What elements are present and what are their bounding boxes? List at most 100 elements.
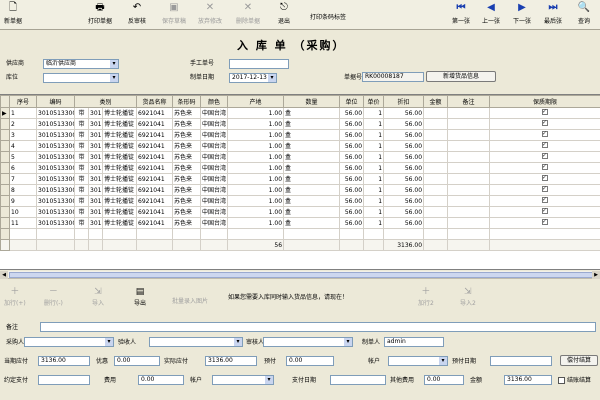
table-cell[interactable]: 56.00 <box>339 151 365 163</box>
table-cell[interactable]: 博士轮播锭 <box>101 140 138 152</box>
table-cell[interactable] <box>447 184 491 196</box>
table-cell[interactable]: 8 <box>9 184 37 196</box>
table-cell[interactable]: 博士轮播锭 <box>101 184 138 196</box>
table-cell[interactable] <box>101 228 138 240</box>
import2-button[interactable]: ⇲ 导入2 <box>460 287 476 315</box>
table-cell[interactable]: 1.00 <box>227 107 285 119</box>
table-cell[interactable] <box>227 228 285 240</box>
discount-input[interactable]: 0.00 <box>114 356 160 366</box>
new-document-button[interactable]: 🗋 新单据 <box>4 2 22 28</box>
export-button[interactable]: ▤ 导出 <box>134 287 146 315</box>
table-cell[interactable]: 301 <box>88 118 103 130</box>
row-indicator[interactable] <box>0 118 10 130</box>
delete-document-button[interactable]: ✕ 删除单据 <box>236 2 260 28</box>
column-header[interactable]: 数量 <box>283 95 341 108</box>
table-row[interactable]: 103010513300C带301博士轮播锭6921041苏色来中国台湾1.00… <box>0 206 600 218</box>
table-cell[interactable] <box>447 195 491 207</box>
table-cell[interactable] <box>0 228 10 240</box>
table-cell[interactable]: 苏色来 <box>172 151 202 163</box>
column-header[interactable]: 单价 <box>363 95 385 108</box>
gift-checkbox[interactable] <box>542 152 549 160</box>
table-cell[interactable]: 盒 <box>283 195 341 207</box>
gift-checkbox-cell[interactable] <box>489 140 600 152</box>
table-cell[interactable]: 1 <box>363 151 385 163</box>
table-cell[interactable]: 中国台湾 <box>200 184 229 196</box>
row-indicator[interactable] <box>0 206 10 218</box>
table-cell[interactable]: 6921041 <box>136 184 174 196</box>
table-cell[interactable] <box>9 228 37 240</box>
horizontal-scrollbar[interactable]: ◀ ▶ <box>0 271 600 279</box>
account-select[interactable] <box>388 356 448 366</box>
column-header[interactable] <box>0 95 10 108</box>
table-cell[interactable]: 带 <box>74 129 89 141</box>
column-header[interactable]: 单位 <box>339 95 365 108</box>
table-cell[interactable] <box>383 228 425 240</box>
gift-checkbox-cell[interactable] <box>489 151 600 163</box>
table-cell[interactable]: 博士轮播锭 <box>101 107 138 119</box>
table-cell[interactable]: 盒 <box>283 184 341 196</box>
table-cell[interactable] <box>423 118 449 130</box>
table-cell[interactable] <box>88 228 103 240</box>
table-cell[interactable]: 56.00 <box>339 107 365 119</box>
print-document-button[interactable]: 🖶 打印单据 <box>88 2 112 28</box>
table-cell[interactable] <box>447 206 491 218</box>
table-cell[interactable] <box>423 228 449 240</box>
table-cell[interactable]: 3010513300C <box>36 184 75 196</box>
auditor-select[interactable] <box>263 337 353 347</box>
table-cell[interactable]: 苏色来 <box>172 162 202 174</box>
column-header[interactable]: 折扣 <box>383 95 425 108</box>
table-cell[interactable]: 301 <box>88 107 103 119</box>
table-cell[interactable] <box>423 151 449 163</box>
table-cell[interactable]: 苏色来 <box>172 173 202 185</box>
discard-edit-button[interactable]: ✕ 放弃修改 <box>198 2 222 28</box>
table-cell[interactable]: 1 <box>363 184 385 196</box>
gift-checkbox-cell[interactable] <box>489 184 600 196</box>
column-header[interactable]: 产地 <box>227 95 285 108</box>
table-cell[interactable]: 1.00 <box>227 140 285 152</box>
date-picker[interactable]: 2017-12-13 <box>229 73 277 83</box>
table-cell[interactable]: 中国台湾 <box>200 217 229 229</box>
table-cell[interactable]: 3010513300C <box>36 118 75 130</box>
table-cell[interactable]: 56.00 <box>339 162 365 174</box>
table-cell[interactable]: 56.00 <box>383 162 425 174</box>
scroll-left-icon[interactable]: ◀ <box>0 271 8 279</box>
gift-checkbox[interactable] <box>542 174 549 182</box>
table-cell[interactable]: 7 <box>9 173 37 185</box>
table-cell[interactable]: 中国台湾 <box>200 140 229 152</box>
table-cell[interactable]: 56.00 <box>383 129 425 141</box>
table-cell[interactable]: 带 <box>74 184 89 196</box>
table-row[interactable]: 53010513300C带301博士轮播锭6921041苏色来中国台湾1.00盒… <box>0 151 600 163</box>
table-cell[interactable]: 博士轮播锭 <box>101 173 138 185</box>
exit-button[interactable]: ⎋ 退出 <box>278 2 290 28</box>
row-indicator[interactable]: ▶ <box>0 107 10 119</box>
table-cell[interactable]: 1 <box>363 129 385 141</box>
table-row[interactable]: 33010513300C带301博士轮播锭6921041苏色来中国台湾1.00盒… <box>0 129 600 141</box>
query-button[interactable]: 🔍 查询 <box>578 2 590 28</box>
table-cell[interactable]: 1 <box>363 162 385 174</box>
table-cell[interactable]: 56.00 <box>383 184 425 196</box>
table-cell[interactable]: 56.00 <box>383 140 425 152</box>
gift-checkbox[interactable] <box>542 141 549 149</box>
column-header[interactable]: 编码 <box>36 95 75 108</box>
supplier-select[interactable]: 临沂供应商 <box>43 59 119 69</box>
table-row[interactable]: 93010513300C带301博士轮播锭6921041苏色来中国台湾1.00盒… <box>0 195 600 207</box>
table-cell[interactable] <box>423 184 449 196</box>
gift-checkbox[interactable] <box>542 163 549 171</box>
table-cell[interactable]: 301 <box>88 162 103 174</box>
table-cell[interactable]: 3010513300C <box>36 140 75 152</box>
table-cell[interactable]: 1.00 <box>227 129 285 141</box>
table-cell[interactable] <box>423 107 449 119</box>
table-cell[interactable]: 3010513300C <box>36 173 75 185</box>
table-cell[interactable]: 56.00 <box>339 184 365 196</box>
table-row[interactable]: 73010513300C带301博士轮播锭6921041苏色来中国台湾1.00盒… <box>0 173 600 185</box>
settle-checkbox[interactable] <box>558 376 565 384</box>
table-cell[interactable]: 6921041 <box>136 162 174 174</box>
settle-button[interactable]: 偿付结算 <box>560 355 598 366</box>
row-indicator[interactable] <box>0 184 10 196</box>
table-cell[interactable]: 56.00 <box>383 217 425 229</box>
table-cell[interactable]: 苏色来 <box>172 118 202 130</box>
manual-no-input[interactable] <box>229 59 289 69</box>
table-cell[interactable]: 中国台湾 <box>200 195 229 207</box>
table-cell[interactable]: 301 <box>88 140 103 152</box>
table-cell[interactable] <box>447 217 491 229</box>
